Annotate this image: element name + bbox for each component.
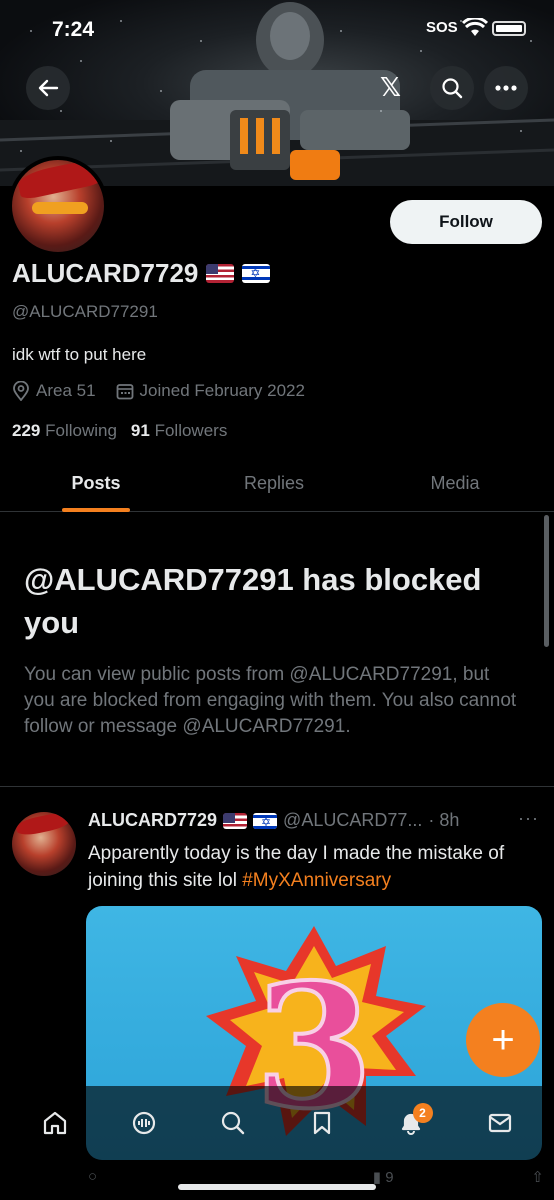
views-count[interactable]: ▮ 9: [373, 1168, 394, 1186]
nav-messages[interactable]: [478, 1101, 522, 1145]
display-name: ALUCARD7729: [12, 258, 271, 289]
us-flag-icon: [206, 264, 235, 283]
reply-icon[interactable]: ○: [88, 1168, 97, 1186]
banner-star: [380, 110, 382, 112]
post-author-handle[interactable]: @ALUCARD77...: [283, 810, 422, 831]
messages-icon: [488, 1113, 511, 1133]
nav-home[interactable]: [33, 1101, 77, 1145]
search-button[interactable]: [430, 66, 474, 110]
profile-avatar[interactable]: [8, 156, 108, 256]
tab-posts[interactable]: Posts: [0, 456, 192, 512]
tab-replies[interactable]: Replies: [192, 456, 356, 511]
banner-star: [160, 90, 162, 92]
follow-counts: 229 Following 91 Followers: [12, 421, 227, 441]
wifi-icon: [461, 16, 489, 43]
profile-tabs: Posts Replies Media: [0, 456, 554, 512]
blocked-body: You can view public posts from @ALUCARD7…: [24, 664, 517, 737]
compose-button[interactable]: +: [466, 1003, 540, 1077]
nav-notifications[interactable]: 2: [389, 1101, 433, 1145]
status-bar: 7:24 SOS: [0, 0, 554, 56]
grok-icon: [132, 1111, 155, 1135]
calendar-icon: [116, 384, 133, 400]
more-dots-icon: [495, 85, 517, 91]
back-arrow-icon: [38, 79, 59, 97]
post-author-name[interactable]: ALUCARD7729: [88, 810, 217, 831]
location-pin-icon: [13, 381, 29, 401]
location: Area 51: [12, 381, 96, 401]
post-more-icon[interactable]: ···: [518, 808, 539, 829]
tab-media[interactable]: Media: [356, 456, 554, 511]
israel-flag-icon: [242, 264, 271, 283]
followers-link[interactable]: 91 Followers: [131, 421, 227, 441]
profile-handle: @ALUCARD77291: [12, 302, 158, 321]
bookmark-icon: [313, 1111, 330, 1135]
banner-star: [520, 130, 522, 132]
nav-bookmarks[interactable]: [300, 1101, 344, 1145]
banner-star: [20, 150, 22, 152]
profile-bio: idk wtf to put here: [12, 345, 147, 364]
back-button[interactable]: [26, 66, 70, 110]
more-options-button[interactable]: [484, 66, 528, 110]
post-header: ALUCARD7729 @ALUCARD77... · 8h: [88, 810, 548, 831]
israel-flag-icon: [253, 812, 278, 829]
post-timestamp[interactable]: · 8h: [428, 810, 459, 831]
follow-button[interactable]: Follow: [390, 200, 542, 244]
battery-icon: [492, 21, 526, 36]
status-time: 7:24: [52, 18, 95, 41]
joined-date: Joined February 2022: [116, 381, 305, 401]
profile-meta: Area 51 Joined February 2022: [12, 381, 325, 401]
home-icon: [43, 1111, 66, 1135]
banner-star: [110, 140, 112, 142]
banner-star: [80, 60, 82, 62]
us-flag-icon: [223, 812, 248, 829]
divider: [0, 786, 554, 787]
x-logo-icon: 𝕏: [380, 72, 401, 102]
banner-star: [60, 110, 62, 112]
blocked-title: @ALUCARD77291 has blocked you: [24, 562, 482, 640]
display-name-text: ALUCARD7729: [12, 258, 199, 288]
status-sos: SOS: [426, 19, 458, 36]
search-icon: [442, 78, 463, 99]
scrollbar[interactable]: [544, 515, 549, 647]
bottom-nav: 2: [0, 1086, 554, 1160]
blocked-notice: @ALUCARD77291 has blocked you You can vi…: [24, 558, 524, 740]
hashtag-link[interactable]: #MyXAnniversary: [242, 870, 391, 891]
location-text: Area 51: [36, 381, 96, 400]
active-tab-indicator: [62, 508, 130, 512]
post-text: Apparently today is the day I made the m…: [88, 843, 505, 891]
notification-badge: 2: [412, 1103, 433, 1123]
nav-grok[interactable]: [122, 1101, 166, 1145]
nav-search[interactable]: [211, 1101, 255, 1145]
home-indicator: [178, 1184, 376, 1190]
search-icon: [221, 1111, 244, 1135]
share-icon[interactable]: ⇧: [531, 1168, 544, 1186]
joined-text: Joined February 2022: [139, 381, 305, 400]
following-link[interactable]: 229 Following: [12, 421, 117, 441]
post-avatar[interactable]: [12, 812, 76, 876]
